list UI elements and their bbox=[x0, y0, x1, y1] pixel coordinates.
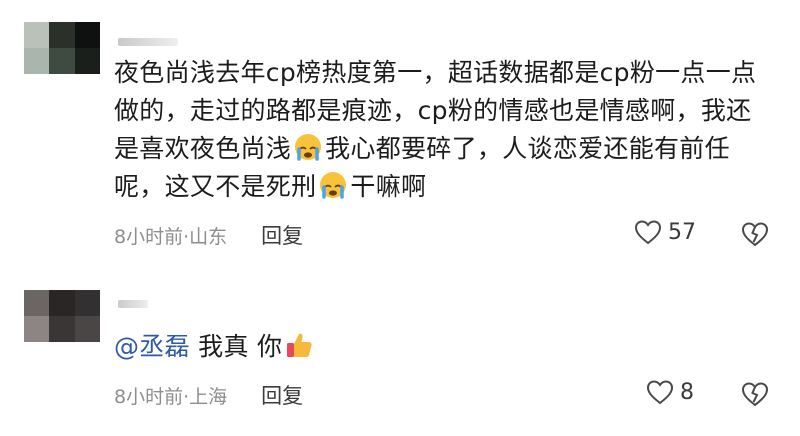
mention-link[interactable]: @丞磊 bbox=[114, 332, 190, 361]
avatar[interactable] bbox=[24, 22, 100, 74]
crying-face-icon bbox=[295, 134, 322, 161]
like-count: 8 bbox=[680, 379, 694, 405]
like-button[interactable]: 8 bbox=[646, 379, 694, 405]
timestamp-location: 8小时前·山东 bbox=[114, 225, 228, 248]
heart-icon bbox=[634, 220, 662, 245]
comment-meta: 8小时前·山东 回复 bbox=[114, 220, 303, 250]
comment-text: @丞磊 我真 你 bbox=[114, 328, 774, 366]
like-button[interactable]: 57 bbox=[634, 219, 696, 245]
crying-face-icon bbox=[320, 172, 347, 199]
comment-text-part: 我真 你 bbox=[198, 332, 283, 361]
like-count: 57 bbox=[668, 219, 696, 245]
comment-meta: 8小时前·上海 回复 bbox=[114, 380, 303, 410]
reply-button[interactable]: 回复 bbox=[261, 220, 303, 250]
reply-button[interactable]: 回复 bbox=[261, 380, 303, 410]
username-blurred[interactable] bbox=[118, 300, 148, 308]
username-blurred[interactable] bbox=[118, 38, 178, 46]
comment-item: 夜色尚浅去年cp榜热度第一，超话数据都是cp粉一点一点做的，走过的路都是痕迹，c… bbox=[0, 0, 800, 280]
dislike-icon[interactable] bbox=[741, 381, 769, 407]
heart-icon bbox=[646, 380, 674, 405]
timestamp-location: 8小时前·上海 bbox=[114, 385, 228, 408]
comment-text-part: 干嘛啊 bbox=[350, 172, 427, 201]
comment-text: 夜色尚浅去年cp榜热度第一，超话数据都是cp粉一点一点做的，走过的路都是痕迹，c… bbox=[114, 54, 774, 206]
dislike-icon[interactable] bbox=[741, 221, 769, 247]
avatar[interactable] bbox=[24, 290, 100, 342]
thumbs-up-icon bbox=[287, 333, 312, 357]
